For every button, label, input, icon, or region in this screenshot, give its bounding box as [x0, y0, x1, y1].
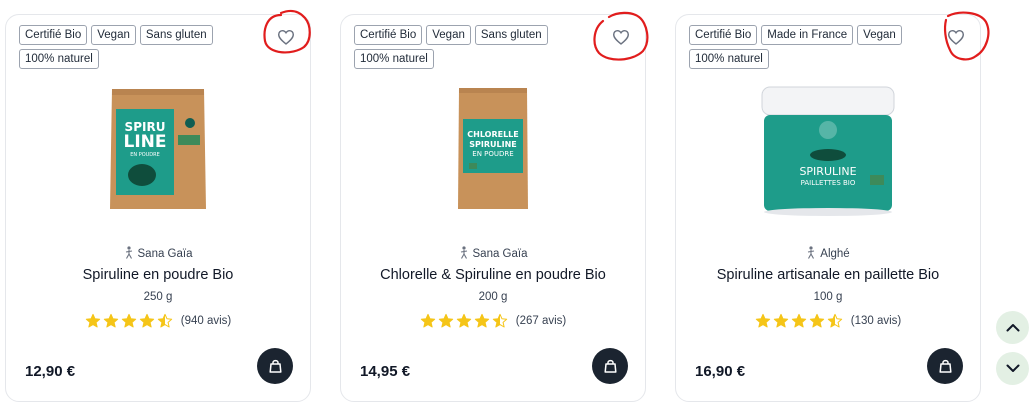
person-icon	[125, 246, 132, 259]
star-filled-icon	[85, 313, 100, 328]
review-count[interactable]: (940 avis)	[181, 315, 232, 327]
brand-name[interactable]: Alghé	[820, 248, 849, 260]
tag-badge: Vegan	[857, 25, 902, 45]
package-label: EN POUDRE	[130, 152, 160, 158]
star-filled-icon	[791, 313, 806, 328]
tag-badge: Certifié Bio	[689, 25, 758, 45]
tag-badge: Vegan	[426, 25, 471, 45]
heart-outline-icon	[277, 29, 295, 45]
scroll-up-button[interactable]	[996, 311, 1029, 344]
brand-name[interactable]: Sana Gaïa	[473, 248, 528, 260]
tag-badge: Sans gluten	[474, 25, 548, 45]
favorite-button[interactable]	[608, 24, 634, 50]
review-count[interactable]: (267 avis)	[516, 315, 567, 327]
chevron-up-icon	[1006, 324, 1019, 332]
star-filled-icon	[809, 313, 824, 328]
favorite-button[interactable]	[273, 24, 299, 50]
package-label: EN POUDRE	[472, 150, 513, 158]
product-card[interactable]: Certifié Bio Vegan Sans gluten 100% natu…	[340, 11, 649, 402]
tag-badge: 100% naturel	[354, 49, 434, 69]
tag-badge: Vegan	[91, 25, 136, 45]
product-card[interactable]: Certifié Bio Made in France Vegan 100% n…	[675, 11, 990, 402]
tag-badge: Certifié Bio	[19, 25, 88, 45]
add-to-cart-button[interactable]	[257, 348, 293, 384]
star-half-icon	[157, 313, 172, 328]
product-price: 12,90 €	[25, 363, 76, 380]
tag-list: Certifié Bio Vegan Sans gluten 100% natu…	[354, 25, 584, 69]
rating: (940 avis)	[6, 313, 310, 329]
product-weight: 200 g	[478, 291, 508, 303]
tag-badge: Certifié Bio	[354, 25, 423, 45]
heart-outline-icon	[947, 29, 965, 45]
product-price: 14,95 €	[360, 363, 411, 380]
add-to-cart-button[interactable]	[927, 348, 963, 384]
star-filled-icon	[420, 313, 435, 328]
review-count[interactable]: (130 avis)	[851, 315, 902, 327]
package-label: PAILLETTES BIO	[801, 179, 856, 187]
star-filled-icon	[474, 313, 489, 328]
star-filled-icon	[755, 313, 770, 328]
package-label: SPIRULINE	[469, 140, 517, 149]
tag-badge: Made in France	[761, 25, 854, 45]
package-label: CHLORELLE	[467, 130, 518, 139]
product-price: 16,90 €	[695, 363, 746, 380]
product-image: SPIRU LINE EN POUDRE	[110, 89, 206, 209]
scroll-down-button[interactable]	[996, 352, 1029, 385]
chevron-down-icon	[1006, 364, 1019, 372]
star-filled-icon	[773, 313, 788, 328]
star-filled-icon	[121, 313, 136, 328]
star-rating	[755, 313, 843, 329]
favorite-button[interactable]	[943, 24, 969, 50]
heart-outline-icon	[612, 29, 630, 45]
rating: (267 avis)	[341, 313, 645, 329]
shopping-bag-icon	[603, 359, 617, 373]
tag-badge: Sans gluten	[139, 25, 213, 45]
shopping-bag-icon	[938, 359, 952, 373]
rating: (130 avis)	[676, 313, 980, 329]
product-weight: 100 g	[813, 291, 843, 303]
brand-name[interactable]: Sana Gaïa	[138, 248, 193, 260]
tag-badge: 100% naturel	[19, 49, 99, 69]
star-rating	[420, 313, 508, 329]
person-icon	[808, 246, 815, 259]
star-filled-icon	[103, 313, 118, 328]
star-rating	[85, 313, 173, 329]
product-image: CHLORELLE SPIRULINE EN POUDRE	[458, 88, 528, 209]
product-title[interactable]: Spiruline en poudre Bio	[6, 267, 310, 283]
tag-badge: 100% naturel	[689, 49, 769, 69]
product-image: SPIRULINE PAILLETTES BIO	[761, 86, 895, 216]
shopping-bag-icon	[268, 359, 282, 373]
product-carousel: Certifié Bio Vegan Sans gluten 100% natu…	[0, 0, 1032, 413]
star-half-icon	[492, 313, 507, 328]
package-label: SPIRULINE	[799, 165, 856, 178]
star-half-icon	[827, 313, 842, 328]
product-weight: 250 g	[143, 291, 173, 303]
star-filled-icon	[139, 313, 154, 328]
tag-list: Certifié Bio Vegan Sans gluten 100% natu…	[19, 25, 249, 69]
product-title[interactable]: Chlorelle & Spiruline en poudre Bio	[341, 267, 645, 283]
tag-list: Certifié Bio Made in France Vegan 100% n…	[689, 25, 919, 69]
product-card[interactable]: Certifié Bio Vegan Sans gluten 100% natu…	[5, 9, 311, 402]
product-title[interactable]: Spiruline artisanale en paillette Bio	[676, 267, 980, 283]
package-label: LINE	[124, 132, 167, 152]
star-filled-icon	[438, 313, 453, 328]
star-filled-icon	[456, 313, 471, 328]
person-icon	[460, 246, 467, 259]
add-to-cart-button[interactable]	[592, 348, 628, 384]
